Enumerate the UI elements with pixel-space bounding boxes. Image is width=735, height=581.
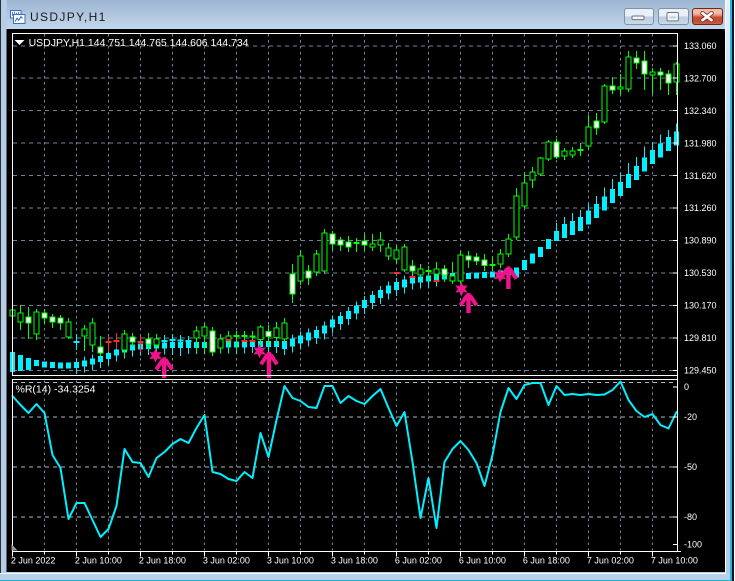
svg-text:-100: -100 [684,540,702,550]
svg-text:-80: -80 [684,512,697,522]
svg-text:6 Jun 10:00: 6 Jun 10:00 [459,556,506,566]
svg-text:131.260: 131.260 [684,203,717,213]
svg-text:3 Jun 18:00: 3 Jun 18:00 [331,556,378,566]
svg-text:2 Jun 18:00: 2 Jun 18:00 [139,556,186,566]
svg-text:130.170: 130.170 [684,301,717,311]
svg-text:131.980: 131.980 [684,138,717,148]
svg-text:USDJPY,H1 144.751 144.765 144.: USDJPY,H1 144.751 144.765 144.606 144.73… [29,37,249,49]
svg-text:129.810: 129.810 [684,333,717,343]
svg-text:6 Jun 18:00: 6 Jun 18:00 [523,556,570,566]
svg-text:2 Jun 2022: 2 Jun 2022 [11,556,56,566]
svg-text:-50: -50 [684,462,697,472]
svg-text:132.700: 132.700 [684,74,717,84]
svg-text:130.890: 130.890 [684,236,717,246]
svg-text:%R(14) -34.3254: %R(14) -34.3254 [16,384,96,396]
svg-text:129.450: 129.450 [684,366,717,376]
svg-text:3 Jun 10:00: 3 Jun 10:00 [267,556,314,566]
svg-text:130.530: 130.530 [684,268,717,278]
svg-text:7 Jun 10:00: 7 Jun 10:00 [651,556,698,566]
svg-text:-20: -20 [684,412,697,422]
svg-text:132.340: 132.340 [684,106,717,116]
svg-text:133.060: 133.060 [684,41,717,51]
svg-text:2 Jun 10:00: 2 Jun 10:00 [75,556,122,566]
svg-text:3 Jun 02:00: 3 Jun 02:00 [203,556,250,566]
svg-text:7 Jun 02:00: 7 Jun 02:00 [587,556,634,566]
svg-text:6 Jun 02:00: 6 Jun 02:00 [395,556,442,566]
svg-text:131.620: 131.620 [684,171,717,181]
svg-text:0: 0 [684,382,689,392]
